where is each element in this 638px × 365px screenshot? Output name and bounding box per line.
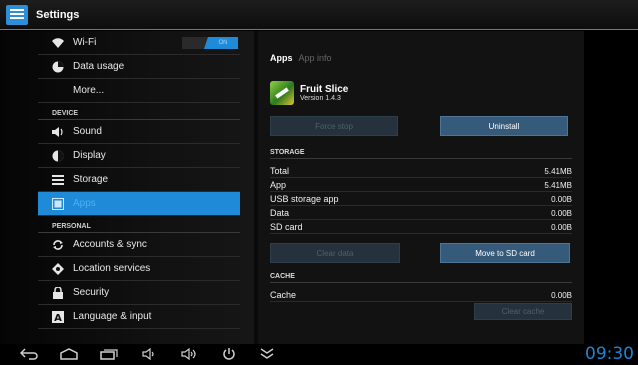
- brightness-icon: [52, 150, 64, 162]
- cache-header: CACHE: [270, 273, 572, 283]
- sidebar-item-accounts-sync[interactable]: Accounts & sync: [38, 233, 240, 257]
- sidebar-item-label: Apps: [73, 198, 96, 209]
- move-to-sd-button[interactable]: Move to SD card: [440, 243, 570, 263]
- sidebar-item-label: Storage: [73, 174, 109, 185]
- volume-up-icon[interactable]: [178, 346, 200, 362]
- sidebar-item-label: Display: [73, 150, 106, 161]
- sidebar-item-security[interactable]: Security: [38, 281, 240, 305]
- sidebar-item-sound[interactable]: Sound: [38, 120, 240, 144]
- home-icon[interactable]: [58, 346, 80, 362]
- row-label: USB storage app: [270, 194, 339, 204]
- sidebar-item-location[interactable]: Location services: [38, 257, 240, 281]
- fruit-slice-app-icon: [270, 81, 294, 105]
- row-value: 0.00B: [551, 194, 572, 204]
- sidebar-item-storage[interactable]: Storage: [38, 168, 240, 192]
- power-icon[interactable]: [218, 346, 240, 362]
- row-value: 0.00B: [551, 290, 572, 300]
- keyboard-icon: A: [52, 310, 64, 323]
- volume-down-icon[interactable]: [138, 346, 160, 362]
- row-label: SD card: [270, 222, 303, 232]
- wifi-toggle-state: ON: [204, 37, 238, 49]
- force-stop-button[interactable]: Force stop: [270, 116, 398, 136]
- wifi-toggle[interactable]: ON: [182, 37, 238, 49]
- recent-apps-icon[interactable]: [98, 346, 120, 362]
- sidebar-item-label: More...: [73, 85, 105, 96]
- sidebar-item-label: Security: [73, 287, 110, 298]
- settings-sidebar: Wi-Fi ON Data usage More... DEVICE Sound: [0, 31, 254, 344]
- clear-cache-button[interactable]: Clear cache: [474, 303, 572, 320]
- sidebar-item-apps[interactable]: Apps: [38, 192, 240, 216]
- sync-icon: [52, 239, 64, 251]
- storage-row-total: Total 5.41MB: [270, 165, 572, 178]
- row-value: 0.00B: [551, 222, 572, 232]
- system-nav-bar: 09:30: [0, 344, 638, 365]
- row-label: Cache: [270, 290, 297, 300]
- expand-chevron-icon[interactable]: [256, 346, 278, 362]
- storage-row-usb: USB storage app 0.00B: [270, 193, 572, 206]
- row-label: Total: [270, 166, 290, 176]
- svg-text:A: A: [54, 313, 62, 323]
- app-version: Version 1.4.3: [300, 95, 341, 102]
- uninstall-button[interactable]: Uninstall: [440, 116, 568, 136]
- sidebar-item-more[interactable]: More...: [38, 79, 240, 103]
- app-info-panel: Apps App info Fruit Slice Version 1.4.3 …: [258, 31, 584, 344]
- section-header-device: DEVICE: [38, 103, 240, 120]
- speaker-icon: [52, 126, 64, 138]
- location-icon: [52, 262, 64, 275]
- sidebar-item-label: Location services: [73, 263, 151, 274]
- settings-app-icon[interactable]: [6, 4, 28, 25]
- section-header-personal: PERSONAL: [38, 216, 240, 233]
- row-value: 5.41MB: [544, 180, 572, 190]
- breadcrumb: Apps App info: [270, 53, 332, 63]
- data-usage-icon: [52, 61, 64, 73]
- app-name: Fruit Slice: [300, 84, 349, 95]
- sidebar-item-label: Accounts & sync: [73, 239, 147, 250]
- clock[interactable]: 09:30: [585, 344, 634, 364]
- sidebar-item-label: Wi-Fi: [73, 37, 97, 48]
- cache-row: Cache 0.00B: [270, 289, 572, 302]
- apps-icon: [52, 197, 64, 210]
- storage-header: STORAGE: [270, 149, 572, 159]
- tab-apps[interactable]: Apps: [270, 53, 293, 63]
- sidebar-item-data-usage[interactable]: Data usage: [38, 55, 240, 79]
- clear-data-button[interactable]: Clear data: [270, 243, 400, 263]
- title-bar: Settings: [0, 0, 638, 30]
- row-value: 0.00B: [551, 208, 572, 218]
- app-header: Fruit Slice Version 1.4.3: [270, 81, 348, 105]
- row-label: Data: [270, 208, 290, 218]
- sidebar-item-language[interactable]: A Language & input: [38, 305, 240, 329]
- sidebar-item-label: Sound: [73, 126, 102, 137]
- lock-icon: [52, 286, 64, 299]
- sidebar-item-label: Data usage: [73, 61, 125, 72]
- row-label: App: [270, 180, 287, 190]
- storage-row-app: App 5.41MB: [270, 179, 572, 192]
- page-title: Settings: [36, 8, 80, 21]
- wifi-icon: [52, 37, 64, 49]
- back-icon[interactable]: [18, 346, 40, 362]
- sidebar-item-wifi[interactable]: Wi-Fi ON: [38, 31, 240, 55]
- sidebar-item-label: Language & input: [73, 311, 152, 322]
- row-value: 5.41MB: [544, 166, 572, 176]
- tab-app-info: App info: [298, 53, 332, 63]
- storage-row-data: Data 0.00B: [270, 207, 572, 220]
- sidebar-item-display[interactable]: Display: [38, 144, 240, 168]
- storage-row-sdcard: SD card 0.00B: [270, 221, 572, 234]
- storage-icon: [52, 174, 64, 186]
